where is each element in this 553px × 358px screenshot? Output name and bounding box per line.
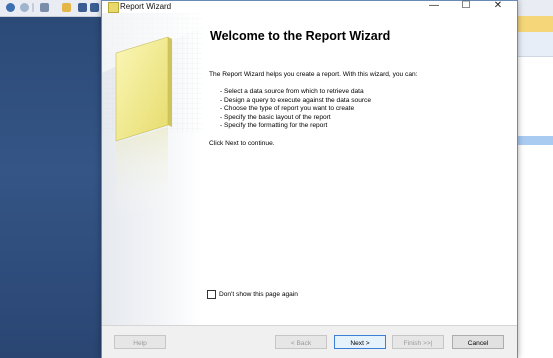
ide-selected-item[interactable]: [516, 136, 553, 145]
feature-list: - Select a data source from which to ret…: [220, 88, 371, 131]
report-wizard-dialog: Report Wizard — ☐ ✕ Welcome to the Repor…: [101, 0, 518, 358]
list-item: - Specify the basic layout of the report: [220, 113, 331, 121]
report-page-illustration: [102, 13, 202, 219]
ide-panel-tab[interactable]: [516, 16, 553, 33]
button-bar: Help < Back Next > Finish >>| Cancel: [102, 325, 517, 358]
dont-show-again-checkbox[interactable]: [207, 290, 216, 299]
ide-solution-panel: [516, 16, 553, 358]
ide-new-icon[interactable]: [40, 3, 49, 12]
back-button[interactable]: < Back: [275, 335, 327, 349]
next-button[interactable]: Next >: [334, 335, 386, 349]
click-next-text: Click Next to continue.: [209, 140, 275, 147]
ide-editor-area: [0, 17, 102, 358]
ide-save-all-icon[interactable]: [90, 3, 99, 12]
close-icon[interactable]: ✕: [484, 0, 512, 13]
list-item: - Select a data source from which to ret…: [220, 88, 364, 95]
report-page-graphic: [102, 13, 202, 325]
ide-open-folder-icon[interactable]: [62, 3, 71, 12]
dont-show-again-label[interactable]: Don't show this page again: [219, 290, 298, 299]
finish-button[interactable]: Finish >>|: [392, 335, 444, 349]
page-title: Welcome to the Report Wizard: [210, 29, 391, 43]
cancel-button[interactable]: Cancel: [452, 335, 504, 349]
ide-forward-icon[interactable]: [20, 3, 29, 12]
ide-separator-icon: [32, 3, 34, 12]
help-button[interactable]: Help: [114, 335, 166, 349]
maximize-icon[interactable]: ☐: [452, 0, 480, 13]
title-bar[interactable]: Report Wizard — ☐ ✕: [102, 0, 517, 13]
list-item: - Design a query to execute against the …: [220, 96, 372, 104]
ide-save-icon[interactable]: [78, 3, 87, 12]
intro-text: The Report Wizard helps you create a rep…: [209, 71, 418, 78]
report-wizard-icon: [108, 2, 119, 13]
ide-back-icon[interactable]: [6, 3, 15, 12]
minimize-icon[interactable]: —: [420, 0, 448, 13]
list-item: - Specify the formatting for the report: [220, 122, 328, 130]
list-item: - Choose the type of report you want to …: [220, 105, 355, 113]
ide-panel-toolbar: [516, 32, 553, 57]
window-title: Report Wizard: [120, 2, 172, 11]
